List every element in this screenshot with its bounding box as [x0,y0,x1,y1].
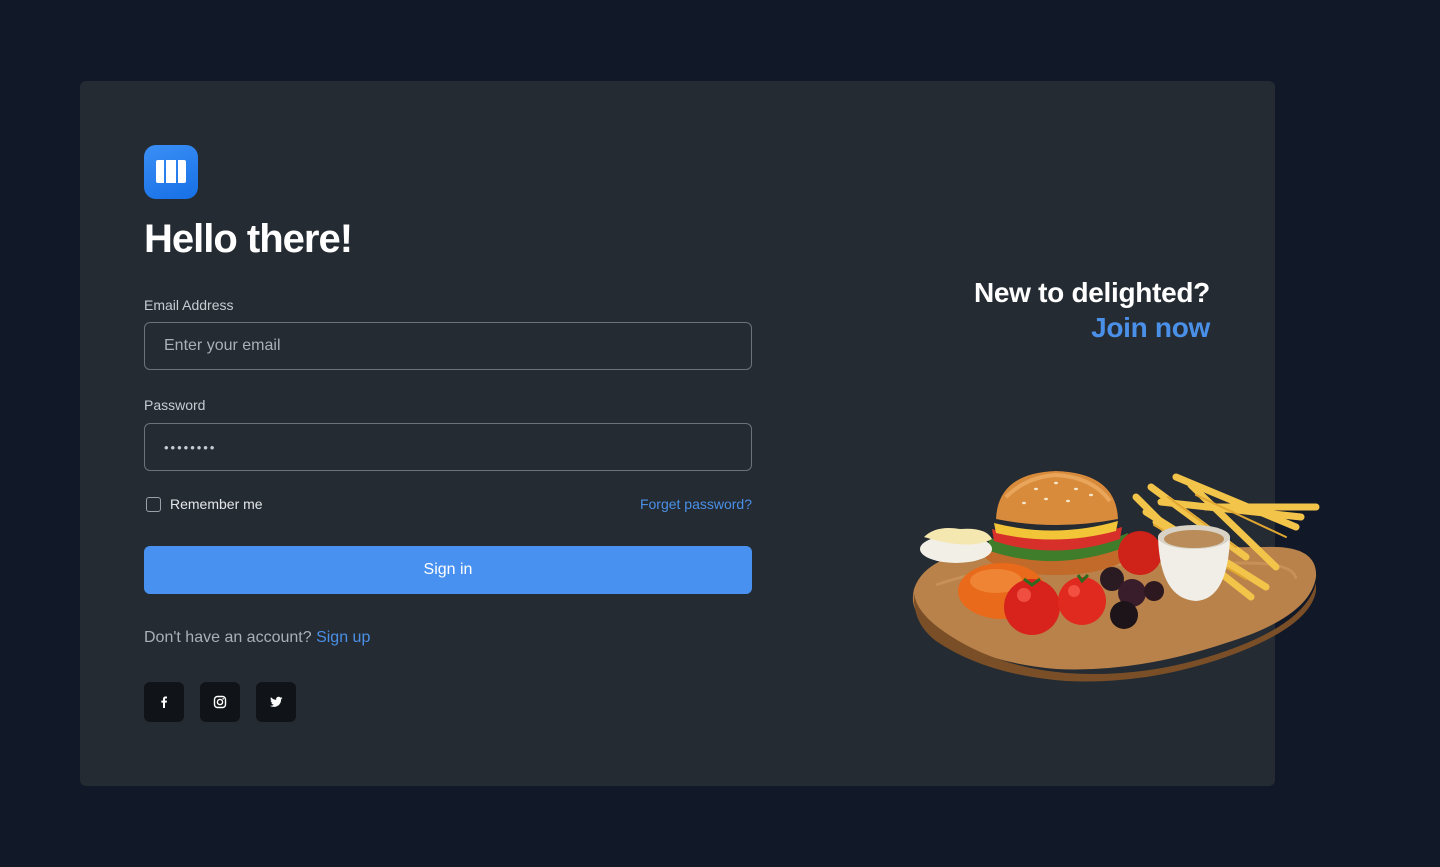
remember-label: Remember me [170,496,263,512]
forgot-password-link[interactable]: Forget password? [640,496,752,512]
facebook-icon [161,696,167,708]
password-label: Password [144,397,206,413]
app-logo-icon [144,145,198,199]
login-card: Hello there! Email Address Password Reme… [80,81,1320,786]
sign-up-link[interactable]: Sign up [316,629,370,646]
twitter-button[interactable] [256,682,296,722]
sign-in-button[interactable]: Sign in [144,546,752,594]
page-title: Hello there! [144,217,353,261]
facebook-button[interactable] [144,682,184,722]
signup-line: Don't have an account? Sign up [144,629,370,647]
email-input[interactable] [144,322,752,370]
promo-question: New to delighted? [973,277,1210,308]
remember-me[interactable]: Remember me [146,496,263,512]
instagram-icon [213,695,227,709]
promo-block: New to delighted? Join now [974,277,1210,344]
signup-prompt: Don't have an account? [144,629,312,646]
twitter-icon [270,696,283,707]
food-platter-image [912,471,1320,682]
join-now-link[interactable]: Join now [974,312,1210,344]
password-input[interactable] [144,423,752,471]
instagram-button[interactable] [200,682,240,722]
social-links [144,682,296,722]
remember-checkbox[interactable] [146,496,161,512]
email-label: Email Address [144,297,234,313]
